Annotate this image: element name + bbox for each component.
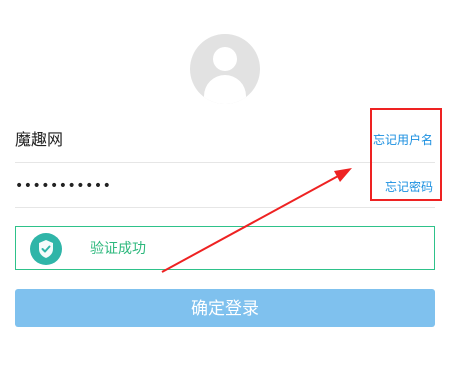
- annotation-arrow: [161, 168, 352, 273]
